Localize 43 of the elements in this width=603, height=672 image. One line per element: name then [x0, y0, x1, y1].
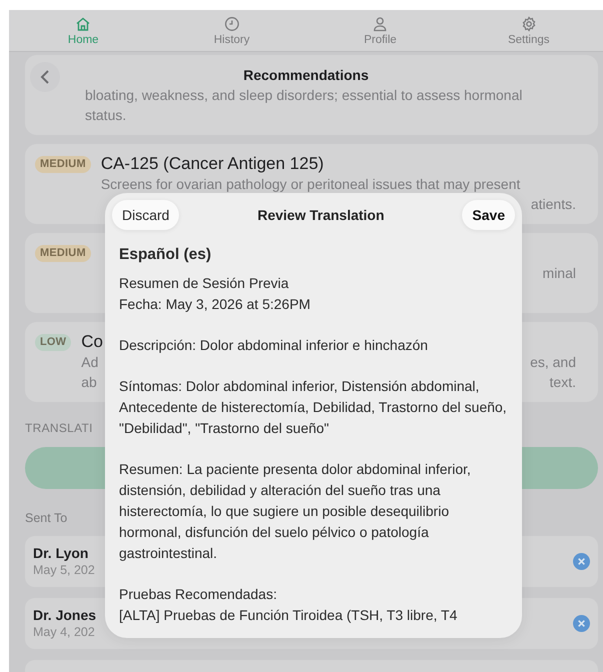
description-text: atients.	[530, 195, 576, 214]
close-icon	[573, 553, 590, 570]
section-label: Sent To	[25, 511, 68, 526]
tab[interactable]: Profile	[306, 10, 454, 51]
doctor-name: Dr. Jones	[33, 607, 96, 624]
language-heading: Español (es)	[119, 246, 212, 264]
clock-icon	[224, 16, 240, 32]
doctor-name: Dr. Lyon	[33, 545, 90, 562]
discard-button[interactable]: Discard	[112, 200, 180, 230]
tab[interactable]: Home	[9, 10, 158, 51]
sent-date: May 5, 202	[33, 562, 95, 578]
priority-badge: MEDIUM	[35, 156, 91, 173]
translation-paragraph: Síntomas: Dolor abdominal inferior, Distensión abdominal, Antecedente de histerectomía, Debilidad, Trastorno del sueño, "Debilidad", "Trastorno del sueño"	[119, 377, 507, 438]
close-icon	[573, 615, 590, 632]
description-text: text.	[550, 373, 576, 392]
home-icon	[75, 16, 92, 32]
priority-badge: LOW	[35, 334, 72, 351]
recommendation-title: Co	[81, 332, 103, 351]
description-text: Ad	[81, 353, 98, 372]
person-icon	[372, 16, 388, 32]
tab[interactable]: History	[158, 10, 306, 51]
priority-badge: MEDIUM	[35, 245, 91, 262]
translation-paragraph: Resumen de Sesión Previa Fecha: May 3, 2026 at 5:26PM	[119, 274, 312, 314]
gear-icon	[520, 16, 537, 32]
tab[interactable]: Settings	[454, 10, 603, 51]
description-text: status.	[85, 106, 126, 125]
sheet-title: Review Translation	[257, 207, 384, 223]
description-text: ab	[81, 373, 97, 392]
description-text: bloating, weakness, and sleep disorders; essential to assess hormonal	[85, 86, 522, 105]
sent-date: May 4, 202	[33, 624, 96, 640]
description-text: minal	[542, 264, 576, 283]
translation-paragraph: Resumen: La paciente presenta dolor abdominal inferior, distensión, debilidad y alteración del sueño tras una histerectomía, lo que sugiere un posible desequilibrio hormonal, disfunción del suelo pélvico o patología gastrointestinal.	[119, 460, 472, 563]
chevron-left-icon	[40, 69, 50, 85]
description-text: Screens for ovarian pathology or peritoneal issues that may present	[100, 175, 520, 194]
recommendation-title: CA-125 (Cancer Antigen 125)	[100, 154, 324, 173]
description-text: es, and	[530, 353, 576, 372]
section-label: TRANSLATI	[25, 421, 93, 436]
translation-paragraph: Pruebas Recomendadas: [ALTA] Pruebas de Función Tiroidea (TSH, T3 libre, T4	[119, 585, 458, 625]
remove-button[interactable]	[573, 615, 590, 632]
translation-paragraph: Descripción: Dolor abdominal inferior e hinchazón	[119, 336, 429, 355]
remove-button[interactable]	[573, 553, 590, 570]
screen-title: Recommendations	[243, 67, 369, 83]
save-button[interactable]: Save	[462, 200, 515, 230]
